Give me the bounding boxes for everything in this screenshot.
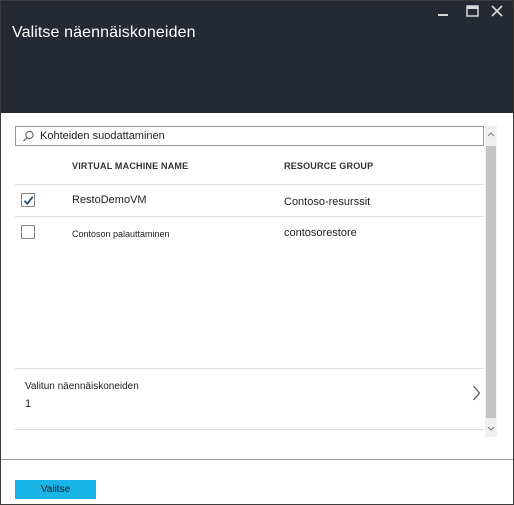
blade-window: Valitse näennäiskoneiden Kohteiden suoda… (0, 0, 514, 505)
filter-text: Kohteiden suodattaminen (40, 130, 165, 142)
search-icon (22, 130, 35, 148)
close-icon[interactable] (486, 3, 508, 19)
select-button[interactable]: Valitse (15, 480, 96, 499)
footer-divider (1, 459, 513, 460)
summary-divider (15, 368, 484, 369)
minimize-icon[interactable] (432, 3, 454, 19)
scrollbar-thumb[interactable] (486, 146, 496, 418)
table-row[interactable]: RestoDemoVM Contoso-resurssit (15, 185, 484, 217)
maximize-icon[interactable] (461, 3, 483, 19)
chevron-right-icon[interactable] (472, 385, 481, 406)
scroll-up-icon[interactable] (485, 128, 497, 140)
row-checkbox[interactable] (21, 193, 35, 207)
scroll-down-icon[interactable] (485, 423, 497, 435)
column-header-vm-name: VIRTUAL MACHINE NAME (72, 161, 189, 171)
selected-vms-label[interactable]: Valitun näennäiskoneiden (25, 381, 139, 392)
blade-header: Valitse näennäiskoneiden (1, 1, 513, 113)
table-row[interactable]: Contoson palauttaminen contosorestore (15, 217, 484, 249)
summary-bottom-divider (15, 429, 484, 430)
vm-name-cell: Contoson palauttaminen (72, 229, 170, 239)
row-checkbox[interactable] (21, 225, 35, 239)
column-header-resource-group: RESOURCE GROUP (284, 161, 374, 171)
checkmark-icon (23, 196, 34, 205)
selected-vms-count: 1 (25, 398, 32, 410)
vm-name-cell: RestoDemoVM (72, 194, 147, 206)
page-title: Valitse näennäiskoneiden (12, 24, 196, 41)
vertical-scrollbar[interactable] (485, 126, 497, 437)
resource-group-cell: contosorestore (284, 227, 357, 239)
resource-group-cell: Contoso-resurssit (284, 196, 371, 208)
filter-input[interactable]: Kohteiden suodattaminen (15, 126, 484, 146)
